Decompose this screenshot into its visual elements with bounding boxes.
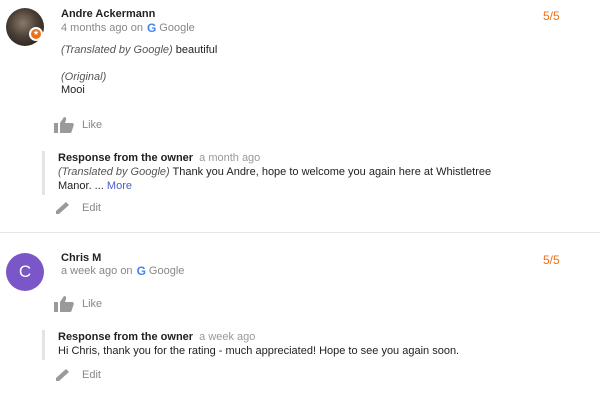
review-divider [0, 232, 600, 233]
thumbs-up-icon [54, 117, 74, 133]
local-guide-badge-icon: ★ [29, 27, 43, 41]
edit-label: Edit [82, 202, 101, 214]
edit-button[interactable]: Edit [54, 368, 101, 382]
edit-button[interactable]: Edit [54, 201, 101, 215]
response-text-line1: Thank you Andre, hope to welcome you aga… [172, 166, 492, 178]
response-title: Response from the owner [58, 152, 194, 164]
thumbs-up-icon [54, 296, 74, 312]
response-text: (Translated by Google) Thank you Andre, … [58, 165, 582, 179]
response-text-line2: Manor. ... [58, 180, 104, 192]
review-card: C Chris M a week ago on G Google 5/5 Lik… [0, 240, 600, 400]
translated-body: beautiful [175, 44, 218, 56]
reviewer-name[interactable]: Chris M [61, 252, 101, 264]
like-label: Like [82, 119, 103, 131]
response-text-2: Manor. ... More [58, 179, 582, 193]
edit-label: Edit [82, 369, 101, 381]
review-time: 4 months ago on [61, 22, 143, 34]
like-button[interactable]: Like [54, 296, 102, 312]
more-link[interactable]: More [107, 180, 132, 192]
review-meta: 4 months ago on G Google [61, 21, 195, 35]
owner-response: Response from the owner a month ago (Tra… [42, 151, 582, 195]
pencil-icon [56, 369, 69, 381]
original-text: Mooi [61, 84, 85, 96]
response-header: Response from the owner a week ago [58, 330, 582, 344]
google-logo-icon: G [136, 264, 146, 278]
review-meta: a week ago on G Google [61, 264, 184, 278]
review-time: a week ago on [61, 265, 133, 277]
response-title: Response from the owner [58, 331, 194, 343]
translated-text: (Translated by Google) beautiful [61, 43, 217, 57]
owner-response: Response from the owner a week ago Hi Ch… [42, 330, 582, 360]
review-card: ★ Andre Ackermann 4 months ago on G Goog… [0, 0, 600, 232]
review-source: Google [159, 22, 195, 34]
response-translated-label: (Translated by Google) [58, 166, 170, 178]
translated-label: (Translated by Google) [61, 44, 173, 56]
rating: 5/5 [543, 253, 560, 267]
response-time: a week ago [199, 331, 256, 343]
response-text: Hi Chris, thank you for the rating - muc… [58, 345, 460, 357]
avatar[interactable]: C [6, 253, 44, 291]
like-button[interactable]: Like [54, 117, 102, 133]
response-header: Response from the owner a month ago [58, 151, 582, 165]
like-label: Like [82, 298, 103, 310]
review-source: Google [148, 265, 185, 277]
pencil-icon [56, 202, 69, 214]
reviewer-name[interactable]: Andre Ackermann [61, 8, 155, 20]
google-logo-icon: G [146, 21, 157, 35]
original-label: (Original) [61, 71, 107, 83]
response-time: a month ago [199, 152, 261, 164]
rating: 5/5 [543, 9, 560, 23]
